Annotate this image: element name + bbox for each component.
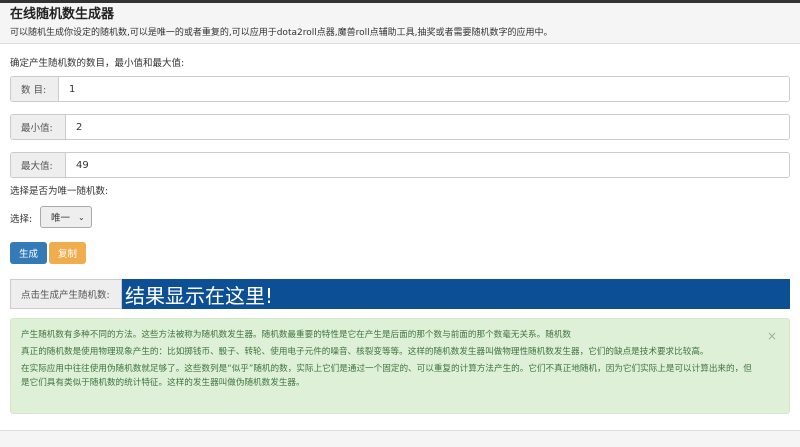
select-value: 唯一 <box>51 213 71 224</box>
min-label: 最小值: <box>11 115 66 139</box>
count-group: 数 目: <box>10 76 790 102</box>
form-intro: 确定产生随机数的数目，最小值和最大值: <box>10 58 185 69</box>
alert-paragraph: 产生随机数有多种不同的方法。这些方法被称为随机数发生器。随机数最重要的特性是它在… <box>21 330 572 340</box>
max-group: 最大值: <box>10 152 790 178</box>
unique-select[interactable]: 唯一 ⌄ <box>40 206 92 228</box>
result-display: 结果显示在这里! <box>122 279 790 309</box>
info-alert: × 产生随机数有多种不同的方法。这些方法被称为随机数发生器。随机数最重要的特性是… <box>10 318 790 414</box>
min-input[interactable] <box>66 115 789 139</box>
generate-button[interactable]: 生成 <box>10 242 47 264</box>
footer <box>0 430 800 447</box>
count-input[interactable] <box>59 77 789 101</box>
max-input[interactable] <box>66 153 789 177</box>
max-label: 最大值: <box>11 153 66 177</box>
alert-paragraph: 在实际应用中往往使用伪随机数就足够了。这些数列是“似乎”随机的数，实际上它们是通… <box>21 364 752 388</box>
select-label: 选择: <box>10 214 33 225</box>
copy-button[interactable]: 复制 <box>49 242 86 264</box>
close-icon[interactable]: × <box>767 329 777 343</box>
result-label: 点击生成产生随机数: <box>10 279 122 309</box>
page-title: 在线随机数生成器 <box>10 7 115 22</box>
alert-paragraph: 真正的随机数是使用物理现象产生的：比如掷钱币、骰子、转轮、使用电子元件的噪音、核… <box>21 347 709 357</box>
page-subtitle: 可以随机生成你设定的随机数,可以是唯一的或者重复的,可以应用于dota2roll… <box>10 28 553 38</box>
count-label: 数 目: <box>11 77 59 101</box>
page-header: 在线随机数生成器 可以随机生成你设定的随机数,可以是唯一的或者重复的,可以应用于… <box>0 3 800 44</box>
min-group: 最小值: <box>10 114 790 140</box>
unique-prompt: 选择是否为唯一随机数: <box>10 186 109 197</box>
chevron-down-icon: ⌄ <box>78 212 85 222</box>
result-group: 点击生成产生随机数: 结果显示在这里! <box>10 279 790 309</box>
